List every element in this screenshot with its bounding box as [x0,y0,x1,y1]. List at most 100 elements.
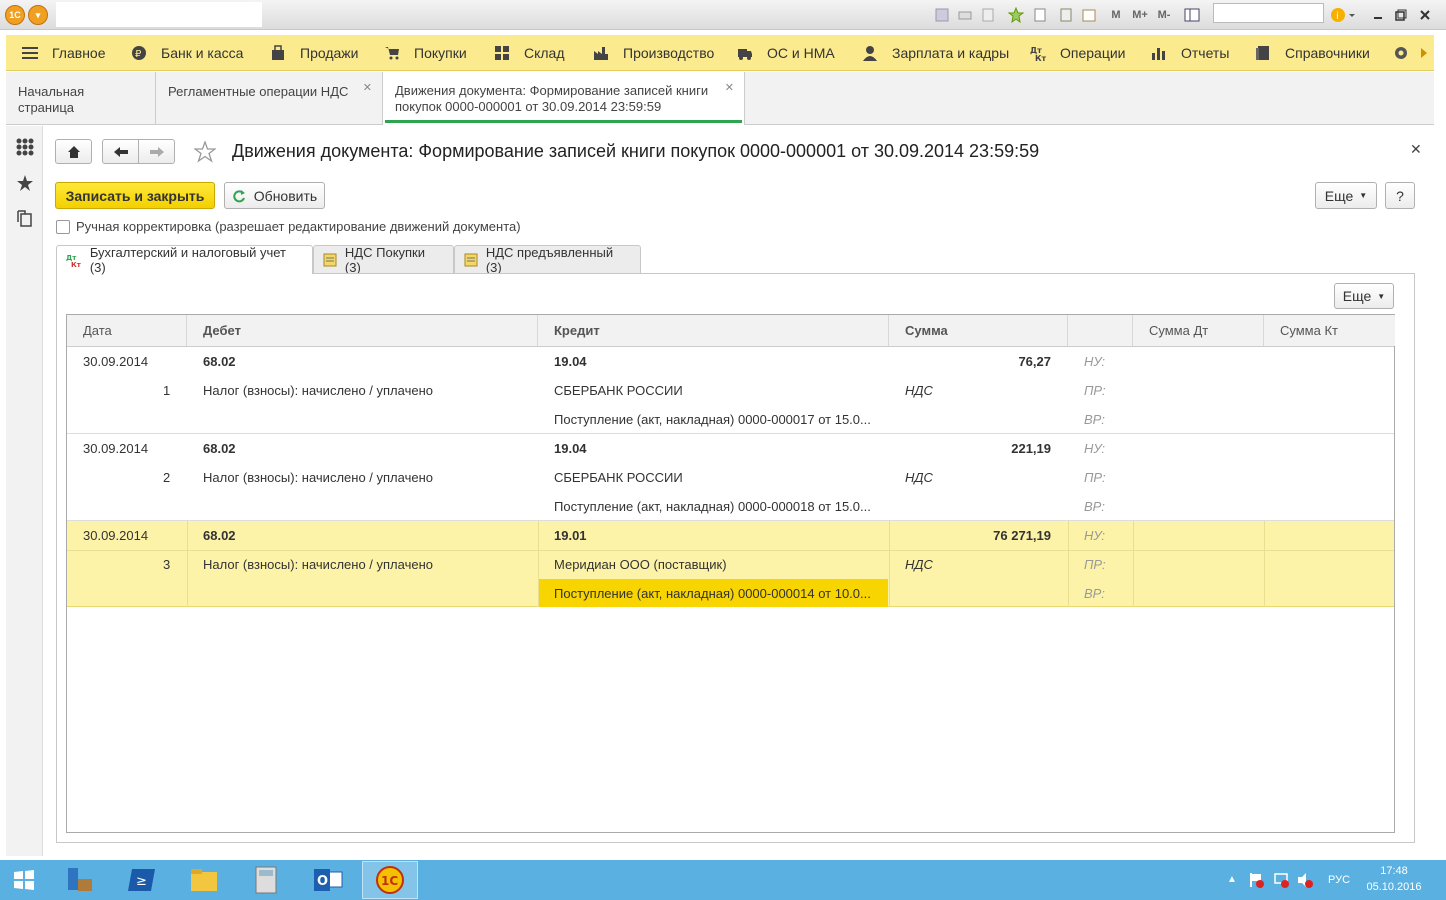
menu-label: Банк и касса [161,45,244,61]
menu-item-directories[interactable]: Справочники [1255,35,1370,71]
table-row[interactable]: 30.09.2014 2 68.02 Налог (взносы): начис… [67,434,1394,521]
refresh-label: Обновить [253,187,318,204]
row-date: 30.09.2014 [83,528,149,543]
file-explorer-icon[interactable] [176,861,232,899]
col-header-debit[interactable]: Дебет [187,315,538,346]
history-icon[interactable] [17,210,33,228]
tray-flag-icon[interactable] [1248,872,1264,888]
outlook-icon[interactable]: O [300,861,356,899]
tab-home[interactable]: Начальная страница [6,72,156,125]
clock-date[interactable]: 05.10.2016 [1364,881,1424,893]
col-header-sum-kt[interactable]: Сумма Кт [1264,315,1395,346]
favorites-star-icon[interactable] [16,174,34,192]
menu-item-main[interactable]: Главное [22,35,106,71]
memory-mminus-button[interactable]: M- [1154,7,1174,23]
menu-item-operations[interactable]: Дт Кт Операции [1030,35,1126,71]
table-row[interactable]: 30.09.2014 1 68.02 Налог (взносы): начис… [67,347,1394,434]
tray-volume-icon[interactable] [1297,872,1313,888]
credit-subconto-2: Поступление (акт, накладная) 0000-000014… [554,586,871,601]
calculator-app-icon[interactable] [238,861,294,899]
menu-item-reports[interactable]: Отчеты [1151,35,1229,71]
save-and-close-button[interactable]: Записать и закрыть [55,182,215,209]
manual-correction-checkbox[interactable] [56,220,70,234]
col-divider [187,521,188,607]
subtab-accounting[interactable]: Дт Кт Бухгалтерский и налоговый учет (3) [56,245,313,275]
row-number: 2 [163,470,171,485]
restore-icon[interactable] [1393,7,1409,23]
credit-subconto-1: Меридиан ООО (поставщик) [554,557,727,572]
all-functions-grid-icon[interactable] [16,138,34,156]
print-icon[interactable] [957,7,973,23]
1c-enterprise-icon[interactable]: 1С [362,861,418,899]
svg-text:Кт: Кт [71,261,82,268]
pr-label: ПР: [1084,557,1106,572]
help-button[interactable]: ? [1385,182,1415,209]
refresh-icon [233,189,245,202]
tab-vat-operations[interactable]: Регламентные операции НДС ✕ [156,72,383,125]
menu-item-production[interactable]: Производство [593,35,714,71]
debit-subconto: Налог (взносы): начислено / уплачено [203,557,433,572]
calendar-icon[interactable] [1081,7,1097,23]
subtab-vat-purchases[interactable]: НДС Покупки (3) [313,245,454,275]
server-manager-icon[interactable] [52,861,108,899]
svg-text:i: i [1336,11,1339,22]
minimize-icon[interactable] [1370,7,1386,23]
clock-time[interactable]: 17:48 [1364,865,1424,877]
menu-item-sales[interactable]: Продажи [270,35,358,71]
panel-toggle-icon[interactable] [1183,7,1201,23]
nu-label: НУ: [1084,441,1106,456]
menu-label: ОС и НМА [767,45,835,61]
home-button[interactable] [55,139,92,164]
settings-gear-icon[interactable] [1393,35,1409,71]
language-indicator[interactable]: РУС [1328,874,1350,886]
start-windows-icon[interactable] [0,861,48,899]
col-header-sum-dt[interactable]: Сумма Дт [1133,315,1264,346]
menu-item-payroll[interactable]: Зарплата и кадры [862,35,1009,71]
preview-icon[interactable] [980,7,996,23]
close-window-icon[interactable] [1417,7,1433,23]
col-header-date[interactable]: Дата [67,315,187,346]
bar-chart-icon [1151,45,1167,61]
menu-item-warehouse[interactable]: Склад [494,35,565,71]
save-icon[interactable] [934,7,950,23]
menu-item-assets[interactable]: ОС и НМА [737,35,835,71]
table-row-selected[interactable]: 30.09.2014 3 68.02 Налог (взносы): начис… [67,521,1394,607]
menu-item-bank[interactable]: ₽ Банк и касса [131,35,243,71]
col-header-credit[interactable]: Кредит [538,315,889,346]
tray-network-icon[interactable] [1273,872,1289,888]
col-header-sum[interactable]: Сумма [889,315,1068,346]
search-input[interactable] [1213,3,1324,23]
calculator-icon[interactable] [1058,7,1074,23]
forward-button[interactable] [138,139,175,164]
vr-label: ВР: [1084,586,1105,601]
tab-document-movements[interactable]: Движения документа: Формирование записей… [383,72,745,125]
favorites-add-icon[interactable] [1007,7,1025,23]
memory-mplus-button[interactable]: M+ [1130,7,1150,23]
close-tab-icon[interactable]: ✕ [725,80,734,96]
col-divider [1068,521,1069,607]
close-tab-icon[interactable]: ✕ [363,80,372,96]
close-form-icon[interactable]: ✕ [1410,141,1422,158]
more-actions-button[interactable]: Еще ▼ [1315,182,1377,209]
tray-expand-icon[interactable]: ▲ [1227,874,1237,885]
info-icon[interactable]: i [1329,7,1357,23]
subtab-vat-presented[interactable]: НДС предъявленный (3) [454,245,641,275]
refresh-button[interactable]: Обновить [224,182,325,209]
app-logo-icon[interactable]: 1С [5,5,25,25]
sections-menubar: Главное ₽ Банк и касса Продажи Покупки С… [6,35,1434,71]
powershell-icon[interactable]: ≥ [114,861,170,899]
memory-m-button[interactable]: M [1108,7,1124,23]
grid-more-button[interactable]: Еще ▼ [1334,283,1394,309]
menu-label: Производство [623,45,715,61]
debit-subconto: Налог (взносы): начислено / уплачено [203,383,433,398]
credit-subconto-2: Поступление (акт, накладная) 0000-000018… [554,499,871,514]
header-label: Сумма Дт [1149,323,1209,338]
link-icon[interactable] [1032,7,1048,23]
favorite-star-outline-icon[interactable] [194,141,216,163]
menu-scroll-right-icon[interactable] [1420,35,1428,71]
back-button[interactable] [102,139,139,164]
row-sum: 76 271,19 [993,528,1051,543]
menu-item-purchases[interactable]: Покупки [384,35,467,71]
main-menu-dropdown-icon[interactable]: ▾ [28,5,48,25]
debit-account: 68.02 [203,441,236,456]
